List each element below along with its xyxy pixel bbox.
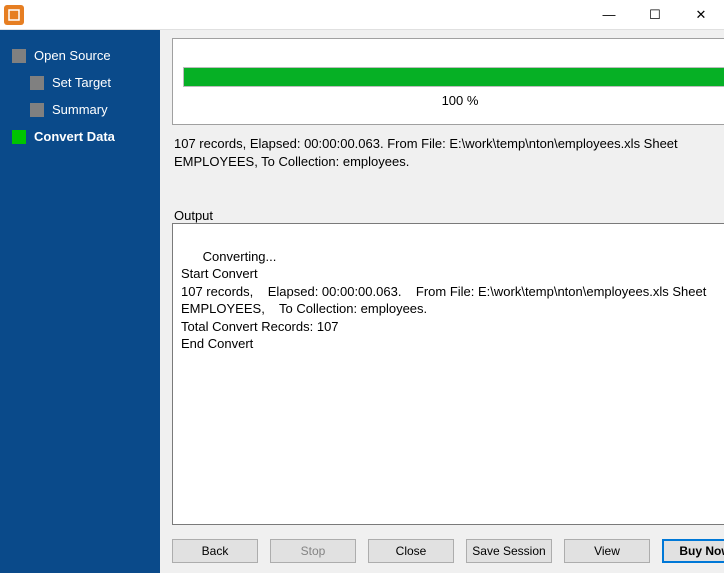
sidebar-item-label: Summary [52, 102, 108, 117]
sidebar-item-convert-data[interactable]: Convert Data [0, 123, 160, 150]
stop-button: Stop [270, 539, 356, 563]
sidebar-item-set-target[interactable]: Set Target [0, 69, 160, 96]
view-button[interactable]: View [564, 539, 650, 563]
sidebar-item-open-source[interactable]: Open Source [0, 42, 160, 69]
step-box-icon [12, 49, 26, 63]
buy-now-button[interactable]: Buy Now [662, 539, 724, 563]
main-panel: 100 % 107 records, Elapsed: 00:00:00.063… [160, 30, 724, 573]
button-row: Back Stop Close Save Session View Buy No… [172, 525, 724, 563]
status-text: 107 records, Elapsed: 00:00:00.063. From… [174, 135, 724, 170]
minimize-button[interactable]: — [586, 0, 632, 30]
sidebar-item-summary[interactable]: Summary [0, 96, 160, 123]
maximize-button[interactable]: ☐ [632, 0, 678, 30]
step-box-icon [30, 103, 44, 117]
titlebar-left [0, 5, 24, 25]
progress-bar [183, 67, 724, 87]
back-button[interactable]: Back [172, 539, 258, 563]
progress-panel: 100 % [172, 38, 724, 125]
progress-fill [184, 68, 724, 86]
sidebar-item-label: Set Target [52, 75, 111, 90]
window-controls: — ☐ ✕ [586, 0, 724, 30]
output-textarea[interactable]: Converting... Start Convert 107 records,… [172, 223, 724, 525]
close-button[interactable]: Close [368, 539, 454, 563]
step-box-icon [30, 76, 44, 90]
save-session-button[interactable]: Save Session [466, 539, 552, 563]
close-window-button[interactable]: ✕ [678, 0, 724, 30]
output-label: Output [172, 208, 724, 223]
output-content: Converting... Start Convert 107 records,… [181, 249, 710, 352]
sidebar: Open Source Set Target Summary Convert D… [0, 30, 160, 573]
step-box-icon [12, 130, 26, 144]
content: Open Source Set Target Summary Convert D… [0, 30, 724, 573]
sidebar-item-label: Open Source [34, 48, 111, 63]
titlebar: — ☐ ✕ [0, 0, 724, 30]
progress-label: 100 % [442, 93, 479, 108]
sidebar-item-label: Convert Data [34, 129, 115, 144]
app-icon [4, 5, 24, 25]
